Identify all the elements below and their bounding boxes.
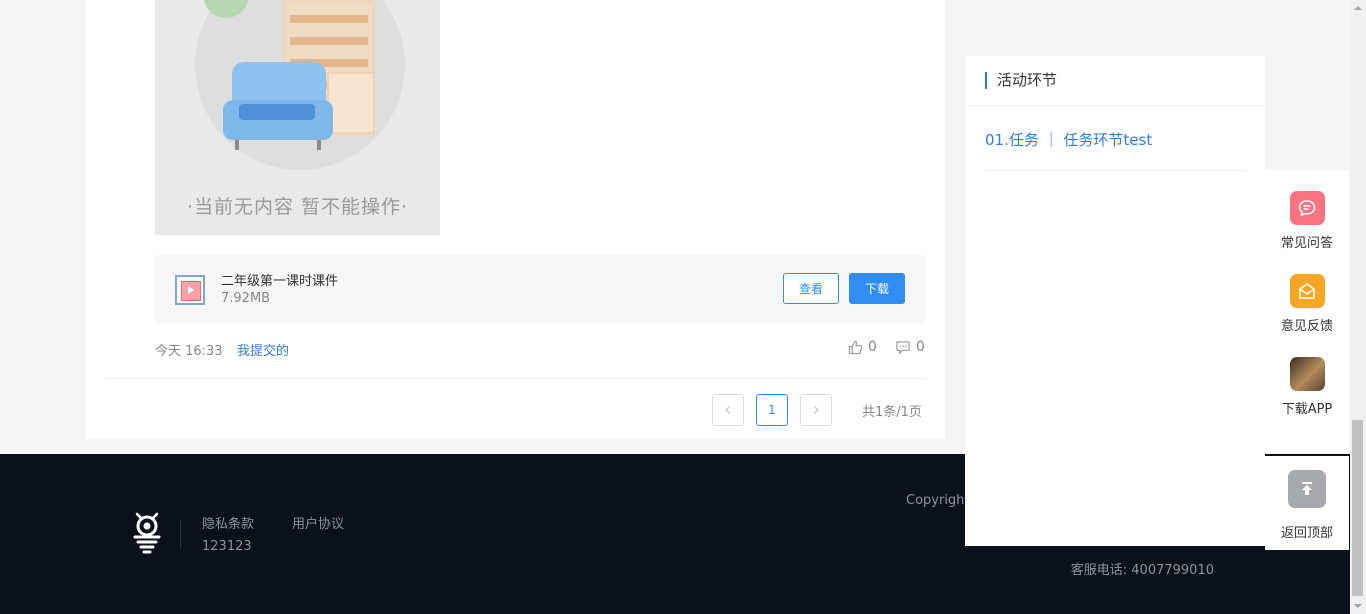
attachment-size: 7.92MB <box>221 291 271 306</box>
faq-label: 常见问答 <box>1280 236 1333 251</box>
my-submission-link[interactable]: 我提交的 <box>237 340 289 359</box>
prev-page-button[interactable] <box>712 394 744 426</box>
chevron-right-icon <box>814 406 819 414</box>
thumbs-up-icon <box>848 340 863 354</box>
attachment-name: 二年级第一课时课件 <box>221 274 339 289</box>
chat-bubble-icon <box>1289 191 1325 225</box>
attachment-row: 二年级第一课时课件 7.92MB 查看 下载 <box>155 255 925 323</box>
footer-code: 123123 <box>202 539 252 554</box>
brand-logo-icon <box>133 512 161 554</box>
view-button[interactable]: 查看 <box>783 273 839 304</box>
scroll-down-icon[interactable] <box>1350 598 1366 614</box>
cover-sofa-leg <box>235 140 239 150</box>
back-to-top-label: 返回顶部 <box>1280 526 1333 541</box>
video-file-icon <box>175 275 205 305</box>
arrow-up-icon <box>1288 470 1326 508</box>
comment-icon <box>896 340 910 354</box>
comment-button[interactable]: 0 <box>895 339 925 355</box>
next-page-button[interactable] <box>800 394 832 426</box>
floating-toolbar: 常见问答 意见反馈 下载APP <box>1265 170 1349 453</box>
copyright-text: Copyrigh <box>906 493 965 508</box>
app-thumbnail-icon <box>1289 357 1325 391</box>
cover-sofa-leg <box>317 140 321 150</box>
cover-sofa-cushion <box>239 104 315 120</box>
mail-icon <box>1289 274 1325 308</box>
activity-item-divider <box>985 170 1245 171</box>
post-time: 今天 16:33 <box>155 344 223 359</box>
empty-cover-image: ·当前无内容 暂不能操作· <box>155 0 440 235</box>
scrollbar-thumb[interactable] <box>1352 420 1363 596</box>
user-agreement-link[interactable]: 用户协议 <box>292 513 344 532</box>
like-count: 0 <box>868 339 877 355</box>
cover-cabinet <box>327 72 375 134</box>
like-button[interactable]: 0 <box>848 339 877 355</box>
activity-panel-title: 活动环节 <box>985 72 1057 89</box>
footer-separator <box>180 519 181 549</box>
download-app-button[interactable]: 下载APP <box>1265 357 1349 417</box>
panel-divider <box>965 105 1265 106</box>
feedback-label: 意见反馈 <box>1280 319 1333 334</box>
activity-panel: 活动环节 01.任务 ｜ 任务环节test <box>965 56 1265 546</box>
chevron-left-icon <box>725 406 730 414</box>
back-to-top-button[interactable]: 返回顶部 <box>1265 455 1349 550</box>
activity-item[interactable]: 01.任务 ｜ 任务环节test <box>985 129 1152 150</box>
empty-cover-text: ·当前无内容 暂不能操作· <box>186 196 409 218</box>
pagination-total: 共1条/1页 <box>862 405 922 420</box>
download-button[interactable]: 下载 <box>849 273 905 304</box>
comment-count: 0 <box>916 339 925 355</box>
page-number-button[interactable]: 1 <box>756 394 788 426</box>
faq-button[interactable]: 常见问答 <box>1265 191 1349 251</box>
download-app-label: 下载APP <box>1281 402 1333 417</box>
feedback-button[interactable]: 意见反馈 <box>1265 274 1349 334</box>
privacy-link[interactable]: 隐私条款 <box>202 513 254 532</box>
scroll-up-icon[interactable] <box>1350 0 1366 16</box>
service-phone: 客服电话: 4007799010 <box>1070 563 1214 578</box>
divider <box>105 378 925 379</box>
